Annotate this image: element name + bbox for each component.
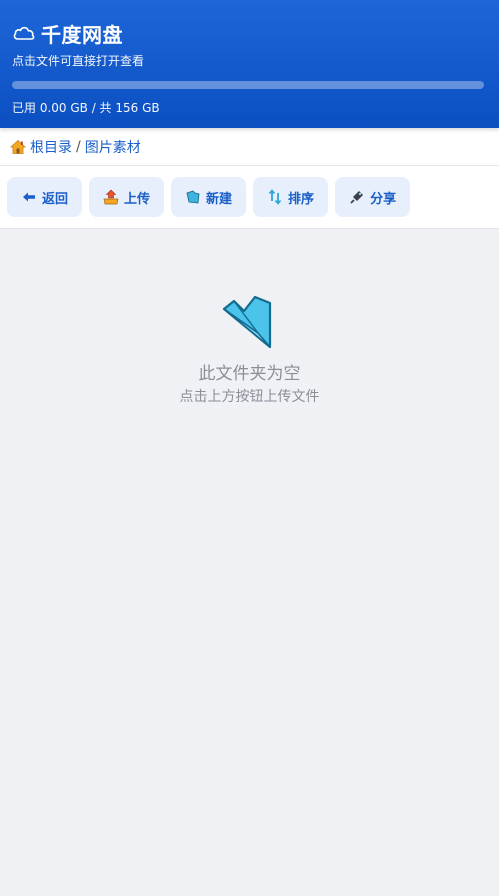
breadcrumb-root[interactable]: 根目录 — [30, 137, 72, 157]
share-button-label: 分享 — [370, 191, 397, 207]
header: 千度网盘 点击文件可直接打开查看 已用 0.00 GB / 共 156 GB — [0, 0, 499, 128]
new-folder-button[interactable]: 新建 — [171, 177, 247, 217]
storage-usage-text: 已用 0.00 GB / 共 156 GB — [12, 101, 160, 115]
toolbar: 返回 上传 新建 排序 分享 — [0, 166, 499, 229]
sort-arrows-icon — [267, 189, 283, 205]
storage-progress-bar — [12, 81, 484, 89]
app-title: 千度网盘 — [41, 22, 123, 47]
upload-tray-icon — [103, 189, 119, 205]
header-subtitle: 点击文件可直接打开查看 — [12, 54, 145, 68]
empty-state-hint: 点击上方按钮上传文件 — [179, 389, 320, 405]
sort-button[interactable]: 排序 — [253, 177, 329, 217]
cloud-icon — [12, 23, 36, 43]
share-button[interactable]: 分享 — [335, 177, 411, 217]
empty-state-title: 此文件夹为空 — [198, 364, 301, 384]
breadcrumb-current[interactable]: 图片素材 — [85, 137, 141, 157]
breadcrumb-separator: / — [76, 138, 81, 155]
upload-button[interactable]: 上传 — [89, 177, 165, 217]
open-folder-icon — [220, 293, 280, 353]
breadcrumb: 根目录 / 图片素材 — [0, 128, 499, 166]
sort-button-label: 排序 — [288, 191, 315, 207]
app-root: 千度网盘 点击文件可直接打开查看 已用 0.00 GB / 共 156 GB 根… — [0, 0, 499, 896]
back-button[interactable]: 返回 — [7, 177, 83, 217]
file-list-area: 此文件夹为空 点击上方按钮上传文件 — [0, 229, 499, 896]
empty-state: 此文件夹为空 点击上方按钮上传文件 — [0, 293, 499, 406]
title-row: 千度网盘 — [12, 18, 487, 48]
home-icon[interactable] — [9, 139, 27, 155]
upload-button-label: 上传 — [124, 191, 151, 207]
arrow-left-icon — [21, 189, 37, 205]
back-button-label: 返回 — [42, 191, 69, 207]
folder-icon — [185, 189, 201, 205]
link-pin-icon — [349, 189, 365, 205]
new-folder-button-label: 新建 — [206, 191, 233, 207]
